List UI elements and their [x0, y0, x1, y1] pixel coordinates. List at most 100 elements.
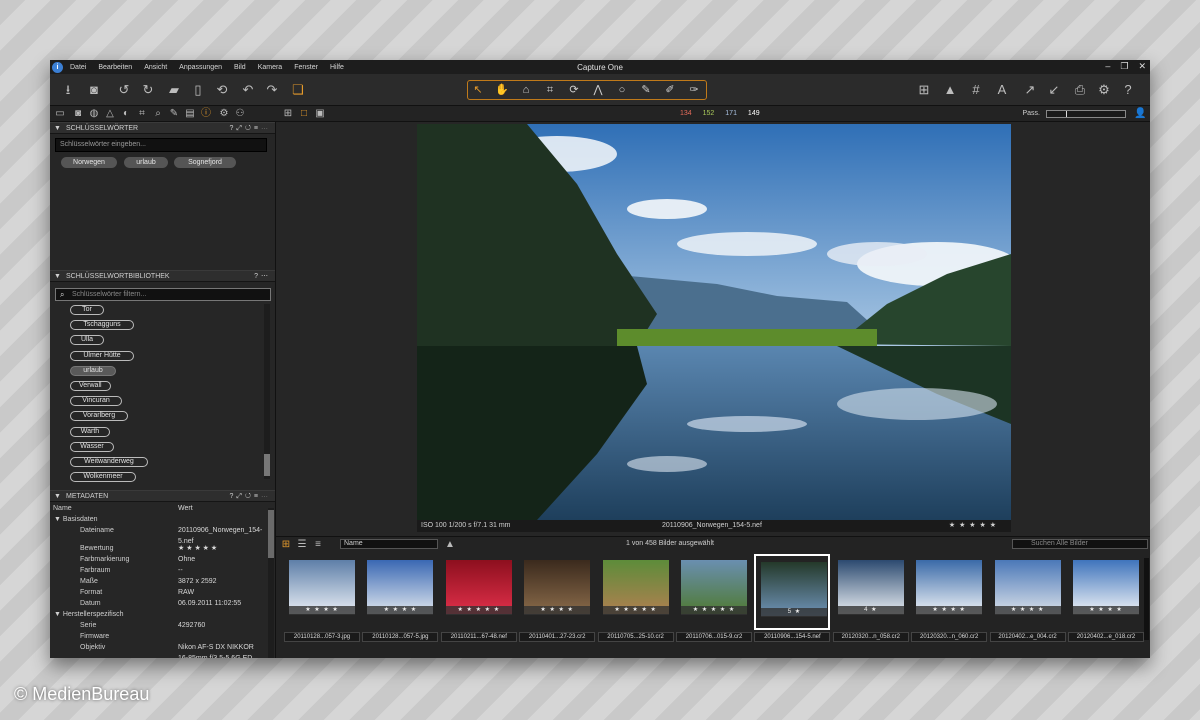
search-input[interactable]: Suchen Alle Bilder — [1012, 539, 1148, 549]
thumbnail-rating[interactable]: ★ ★ ★ ★ — [1073, 606, 1139, 615]
import-icon[interactable]: ⭳ — [60, 82, 76, 98]
thumbnail-rating[interactable]: ★ ★ ★ ★ — [994, 606, 1061, 615]
thumbnail-rating[interactable]: ★ ★ ★ ★ — [289, 606, 355, 615]
keyword-library-item[interactable]: Tschagguns — [70, 320, 134, 331]
print-icon[interactable]: ⎙ — [1072, 82, 1088, 98]
rotate-tool-icon[interactable]: ⟳ — [567, 83, 581, 97]
collapse-icon[interactable]: ▼ — [54, 123, 61, 134]
picker-icon[interactable]: ✐ — [663, 83, 677, 97]
thumbnail-rating[interactable]: ★ ★ ★ ★ ★ — [681, 606, 747, 615]
redo-icon[interactable]: ↷ — [264, 82, 280, 98]
local-adjustments-tab-icon[interactable]: ✎ — [168, 108, 180, 120]
metadata-tab-icon[interactable]: ⓘ — [200, 108, 212, 120]
capture-tab-icon[interactable]: ◙ — [72, 108, 84, 120]
keyword-filter-input[interactable]: ⌕ Schlüsselwörter filtern... — [55, 288, 271, 301]
metadata-field-value[interactable]: RAW — [178, 587, 264, 598]
exposure-warning-icon[interactable]: ▲ — [942, 82, 958, 98]
thumbnail-item[interactable]: 4 ★ 20120320...n_058.cr2 — [832, 554, 909, 642]
menu-kamera[interactable]: Kamera — [258, 64, 283, 71]
multi-view-icon[interactable]: ▣ — [314, 108, 326, 120]
collapse-icon[interactable]: ▼ — [54, 491, 61, 502]
keystone-icon[interactable]: ⋀ — [591, 83, 605, 97]
menu-datei[interactable]: Datei — [70, 64, 86, 71]
metadata-field-value[interactable]: -- — [178, 565, 264, 576]
section-actions-icon[interactable]: ?⋯ — [254, 271, 271, 282]
thumbnail-item[interactable]: ★ ★ ★ ★ 20110401...27-23.cr2 — [519, 554, 596, 642]
main-photo[interactable] — [417, 124, 1011, 520]
wb-picker-icon[interactable]: ✑ — [687, 83, 701, 97]
undo-icon[interactable]: ↶ — [240, 82, 256, 98]
share-icon[interactable]: ↗ — [1022, 82, 1038, 98]
library-tab-icon[interactable]: ▭ — [54, 108, 66, 120]
metadata-field-value[interactable]: ★ ★ ★ ★ ★ — [178, 543, 264, 554]
section-actions-icon[interactable]: ?⤢↺≡⋯ — [230, 491, 271, 502]
help-icon[interactable]: ? — [1120, 82, 1136, 98]
trash-icon[interactable]: ▯ — [190, 82, 206, 98]
crop-icon[interactable]: ⌗ — [543, 83, 557, 97]
rotate-left-icon[interactable]: ↺ — [116, 82, 132, 98]
quick-tab-icon[interactable]: ⚇ — [234, 108, 246, 120]
camera-icon[interactable]: ◙ — [86, 82, 102, 98]
collapse-icon[interactable]: ▼ — [54, 271, 61, 282]
spot-icon[interactable]: ○ — [615, 83, 629, 97]
keyword-library-header[interactable]: ▼ SCHLÜSSELWORTBIBLIOTHEK ?⋯ — [50, 270, 275, 282]
thumbnail-item[interactable]: ★ ★ ★ ★ ★ 20110211...67-48.nef — [440, 554, 517, 642]
thumbnail-rating[interactable]: ★ ★ ★ ★ ★ — [602, 606, 669, 615]
keyword-tag[interactable]: urlaub — [124, 157, 168, 168]
folder-icon[interactable]: ▰ — [166, 82, 182, 98]
thumbnail-item[interactable]: 5 ★ 20110906...154-5.nef — [754, 554, 831, 642]
menu-fenster[interactable]: Fenster — [294, 64, 318, 71]
rotate-right-icon[interactable]: ↻ — [140, 82, 156, 98]
output-tab-icon[interactable]: ▤ — [184, 108, 196, 120]
pan-icon[interactable]: ✋ — [495, 83, 509, 97]
thumbnail-rating[interactable]: 5 ★ — [761, 608, 828, 617]
library-scrollbar[interactable] — [264, 304, 270, 479]
keyword-tag[interactable]: Norwegen — [61, 157, 117, 168]
thumbnail-item[interactable]: ★ ★ ★ ★ 20110128...057-3.jpg — [284, 554, 360, 642]
composition-tab-icon[interactable]: ⌗ — [136, 108, 148, 120]
filmstrip-scrollbar[interactable] — [1144, 558, 1149, 640]
thumbnail-rating[interactable]: ★ ★ ★ ★ — [916, 606, 983, 615]
section-actions-icon[interactable]: ?⤢↺≡⋯ — [230, 123, 271, 134]
metadata-field-value[interactable]: 3872 x 2592 — [178, 576, 264, 587]
minimize-icon[interactable]: – — [1105, 61, 1110, 72]
thumbnail-item[interactable]: ★ ★ ★ ★ ★ 20110705...25-10.cr2 — [597, 554, 674, 642]
thumbnail-item[interactable]: ★ ★ ★ ★ 20110128...057-5.jpg — [362, 554, 439, 642]
batch-tab-icon[interactable]: ⚙ — [218, 108, 230, 120]
grid-view-icon[interactable]: ⊞ — [916, 82, 932, 98]
grid-icon[interactable]: # — [968, 82, 984, 98]
export-icon[interactable]: ↙ — [1046, 82, 1062, 98]
thumbnail-rating[interactable]: 4 ★ — [837, 606, 904, 615]
keyword-library-item[interactable]: Wolkenmeer — [70, 472, 136, 483]
settings-icon[interactable]: ⚙ — [1096, 82, 1112, 98]
sort-select[interactable]: Name — [340, 539, 438, 549]
thumbnail-item[interactable]: ★ ★ ★ ★ 20120402...e_018.cr2 — [1068, 554, 1144, 642]
user-icon[interactable]: 👤 — [1134, 108, 1146, 120]
thumbnail-rating[interactable]: ★ ★ ★ ★ — [524, 606, 591, 615]
app-icon[interactable]: i — [52, 61, 63, 73]
keyword-library-item[interactable]: Weitwanderweg — [70, 457, 148, 467]
menu-bearbeiten[interactable]: Bearbeiten — [98, 64, 132, 71]
select-cursor-icon[interactable]: ↖ — [471, 83, 485, 97]
exposure-tab-icon[interactable]: △ — [104, 108, 116, 120]
keyword-library-item[interactable]: Vorarlberg — [70, 411, 128, 422]
menu-ansicht[interactable]: Ansicht — [144, 64, 167, 71]
menu-hilfe[interactable]: Hilfe — [330, 64, 344, 71]
photo-rating[interactable]: ★ ★ ★ ★ ★ — [949, 520, 997, 532]
metadata-field-value[interactable]: 06.09.2011 11:02:55 — [178, 598, 264, 609]
metadata-field-value[interactable]: Ohne — [178, 554, 264, 565]
metadata-header[interactable]: ▼ METADATEN ?⤢↺≡⋯ — [50, 490, 275, 502]
lens-tab-icon[interactable]: ◐ — [120, 108, 132, 120]
brush-icon[interactable]: ✎ — [639, 83, 653, 97]
thumbnail-rating[interactable]: ★ ★ ★ ★ ★ — [445, 606, 512, 615]
text-icon[interactable]: A — [994, 82, 1010, 98]
menu-anpassungen[interactable]: Anpassungen — [179, 64, 222, 71]
close-icon[interactable]: ✕ — [1138, 61, 1146, 72]
thumbnail-item[interactable]: ★ ★ ★ ★ 20120402...e_004.cr2 — [989, 554, 1066, 642]
thumbnail-item[interactable]: ★ ★ ★ ★ 20120320...n_060.cr2 — [911, 554, 988, 642]
thumbnail-item[interactable]: ★ ★ ★ ★ ★ 20110706...015-9.cr2 — [676, 554, 752, 642]
keyword-tag[interactable]: Sognefjord — [174, 157, 236, 168]
grid-layout-icon[interactable]: ⊞ — [282, 108, 294, 120]
color-tab-icon[interactable]: ◍ — [88, 108, 100, 120]
zoom-slider[interactable] — [1046, 110, 1126, 118]
